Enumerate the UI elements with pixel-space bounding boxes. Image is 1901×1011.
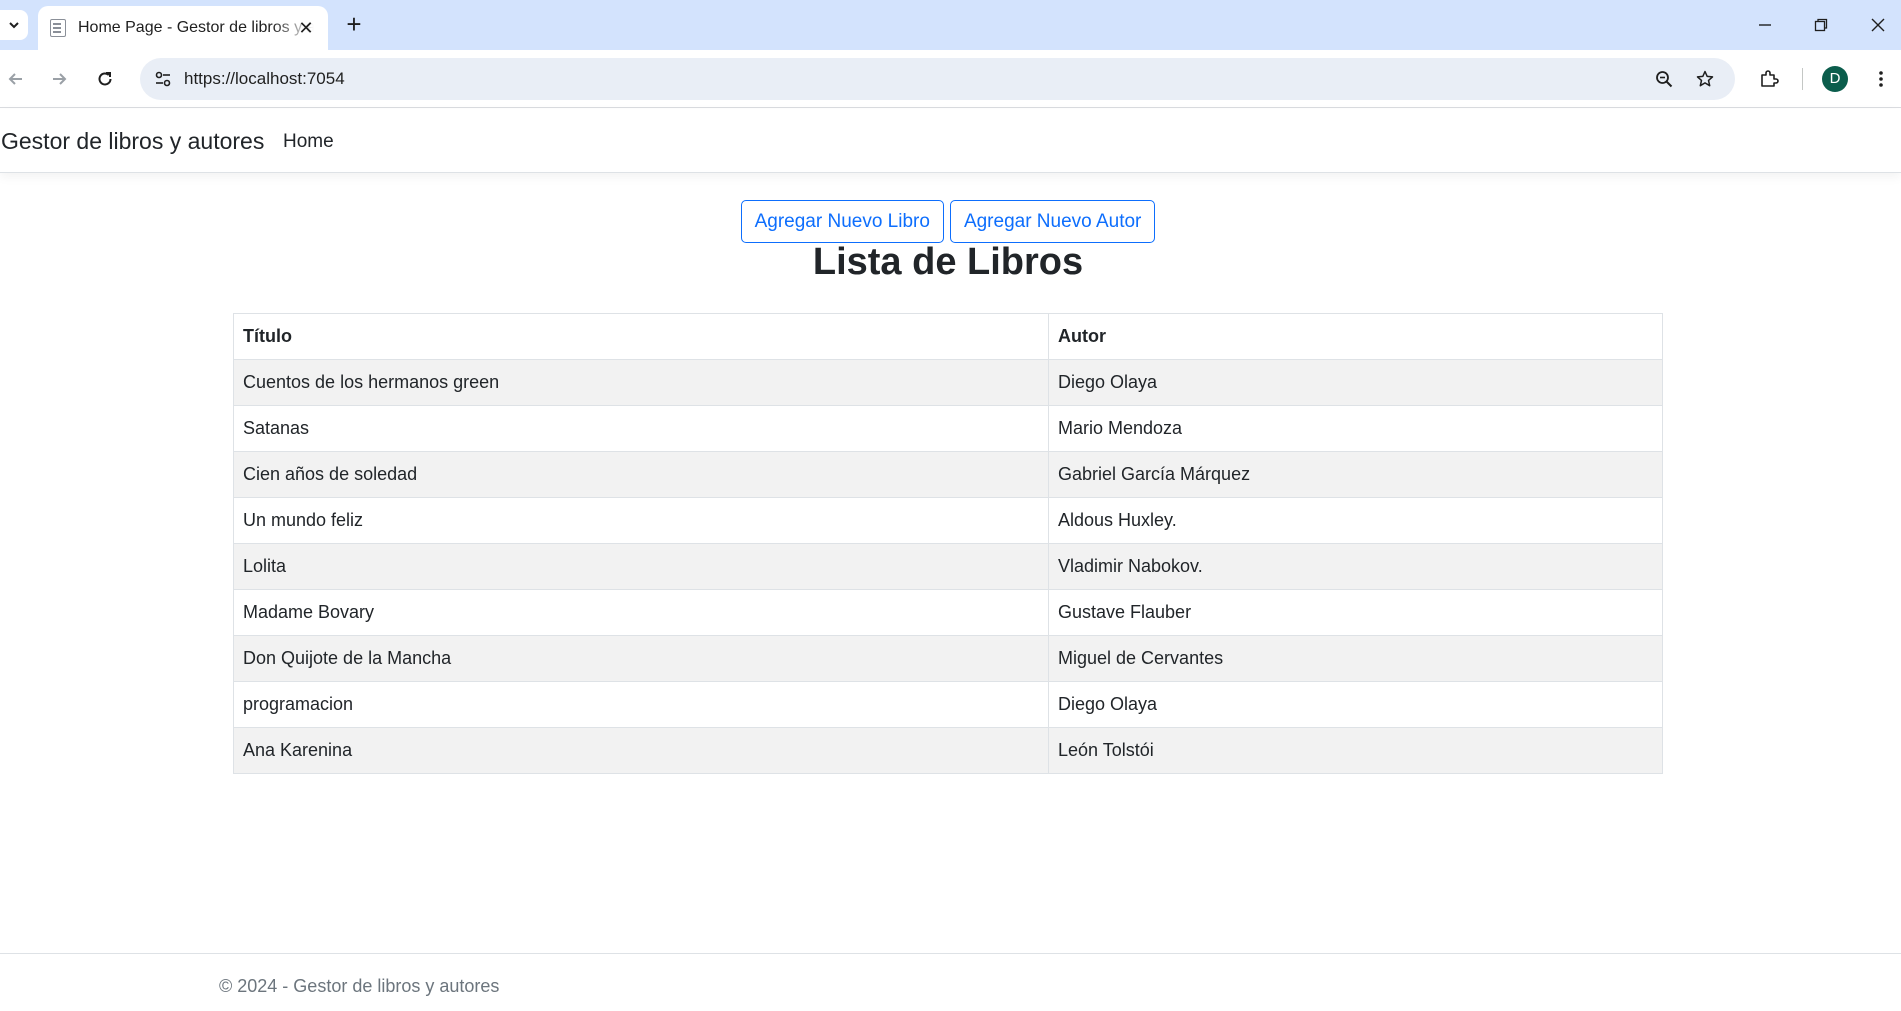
reload-icon <box>98 72 112 86</box>
chevron-down-icon <box>9 22 19 29</box>
new-tab-button[interactable]: + <box>340 10 368 38</box>
footer-text: © 2024 - Gestor de libros y autores <box>219 976 500 996</box>
window-close-icon[interactable] <box>1863 10 1893 40</box>
arrow-right-icon <box>53 73 67 85</box>
brand-link[interactable]: Gestor de libros y autores <box>1 128 264 155</box>
cell-author: Diego Olaya <box>1048 681 1663 728</box>
action-buttons: Agregar Nuevo Libro Agregar Nuevo Autor <box>0 200 1896 243</box>
table-row: Cuentos de los hermanos green Diego Olay… <box>233 359 1663 406</box>
table-row: Satanas Mario Mendoza <box>233 405 1663 452</box>
cell-author: Miguel de Cervantes <box>1048 635 1663 682</box>
add-book-button[interactable]: Agregar Nuevo Libro <box>740 200 944 243</box>
cell-author: León Tolstói <box>1048 727 1663 774</box>
books-table: Título Autor Cuentos de los hermanos gre… <box>233 313 1663 774</box>
cell-title: Un mundo feliz <box>233 497 1049 544</box>
cell-title: Cuentos de los hermanos green <box>233 359 1049 406</box>
browser-toolbar: https://localhost:7054 D <box>0 50 1901 108</box>
table-row: Un mundo feliz Aldous Huxley. <box>233 497 1663 544</box>
zoom-icon[interactable] <box>1649 64 1679 94</box>
site-info-button[interactable] <box>148 64 178 94</box>
close-icon[interactable]: ✕ <box>296 18 316 38</box>
table-row: programacion Diego Olaya <box>233 681 1663 728</box>
site-navbar: Gestor de libros y autores Home <box>0 109 1901 173</box>
nav-link-home[interactable]: Home <box>283 131 334 153</box>
table-row: Ana Karenina León Tolstói <box>233 727 1663 774</box>
cell-author: Aldous Huxley. <box>1048 497 1663 544</box>
add-author-button[interactable]: Agregar Nuevo Autor <box>949 200 1156 243</box>
footer-divider <box>0 953 1901 954</box>
cell-title: Ana Karenina <box>233 727 1049 774</box>
column-header-author: Autor <box>1048 313 1663 360</box>
cell-author: Gustave Flauber <box>1048 589 1663 636</box>
arrow-left-icon <box>8 73 22 85</box>
toolbar-divider <box>1802 68 1803 90</box>
back-button[interactable] <box>1 64 31 94</box>
restore-icon[interactable] <box>1806 10 1836 40</box>
cell-title: programacion <box>233 681 1049 728</box>
column-header-title: Título <box>233 313 1049 360</box>
cell-author: Mario Mendoza <box>1048 405 1663 452</box>
cell-title: Don Quijote de la Mancha <box>233 635 1049 682</box>
browser-tabstrip: Home Page - Gestor de libros y autores ✕… <box>0 0 1901 50</box>
address-bar[interactable]: https://localhost:7054 <box>140 58 1735 100</box>
cell-title: Satanas <box>233 405 1049 452</box>
profile-avatar[interactable]: D <box>1822 66 1848 92</box>
forward-button[interactable] <box>44 64 74 94</box>
table-row: Cien años de soledad Gabriel García Márq… <box>233 451 1663 498</box>
cell-author: Gabriel García Márquez <box>1048 451 1663 498</box>
cell-title: Madame Bovary <box>233 589 1049 636</box>
cell-title: Cien años de soledad <box>233 451 1049 498</box>
tab-title: Home Page - Gestor de libros y autores <box>78 19 314 36</box>
cell-author: Diego Olaya <box>1048 359 1663 406</box>
extensions-icon[interactable] <box>1754 64 1784 94</box>
minimize-icon[interactable] <box>1750 10 1780 40</box>
table-row: Lolita Vladimir Nabokov. <box>233 543 1663 590</box>
url-text[interactable]: https://localhost:7054 <box>184 69 345 89</box>
table-header-row: Título Autor <box>233 313 1663 360</box>
tab-search-button[interactable] <box>0 10 28 40</box>
reload-button[interactable] <box>90 64 120 94</box>
tune-icon <box>155 71 171 87</box>
tab-home-page[interactable]: Home Page - Gestor de libros y autores ✕ <box>38 6 328 50</box>
table-row: Madame Bovary Gustave Flauber <box>233 589 1663 636</box>
cell-title: Lolita <box>233 543 1049 590</box>
cell-author: Vladimir Nabokov. <box>1048 543 1663 590</box>
bookmark-star-icon[interactable] <box>1690 64 1720 94</box>
page-title: Lista de Libros <box>812 241 1084 283</box>
table-row: Don Quijote de la Mancha Miguel de Cerva… <box>233 635 1663 682</box>
page-icon <box>50 19 66 37</box>
kebab-menu-icon[interactable] <box>1866 64 1896 94</box>
